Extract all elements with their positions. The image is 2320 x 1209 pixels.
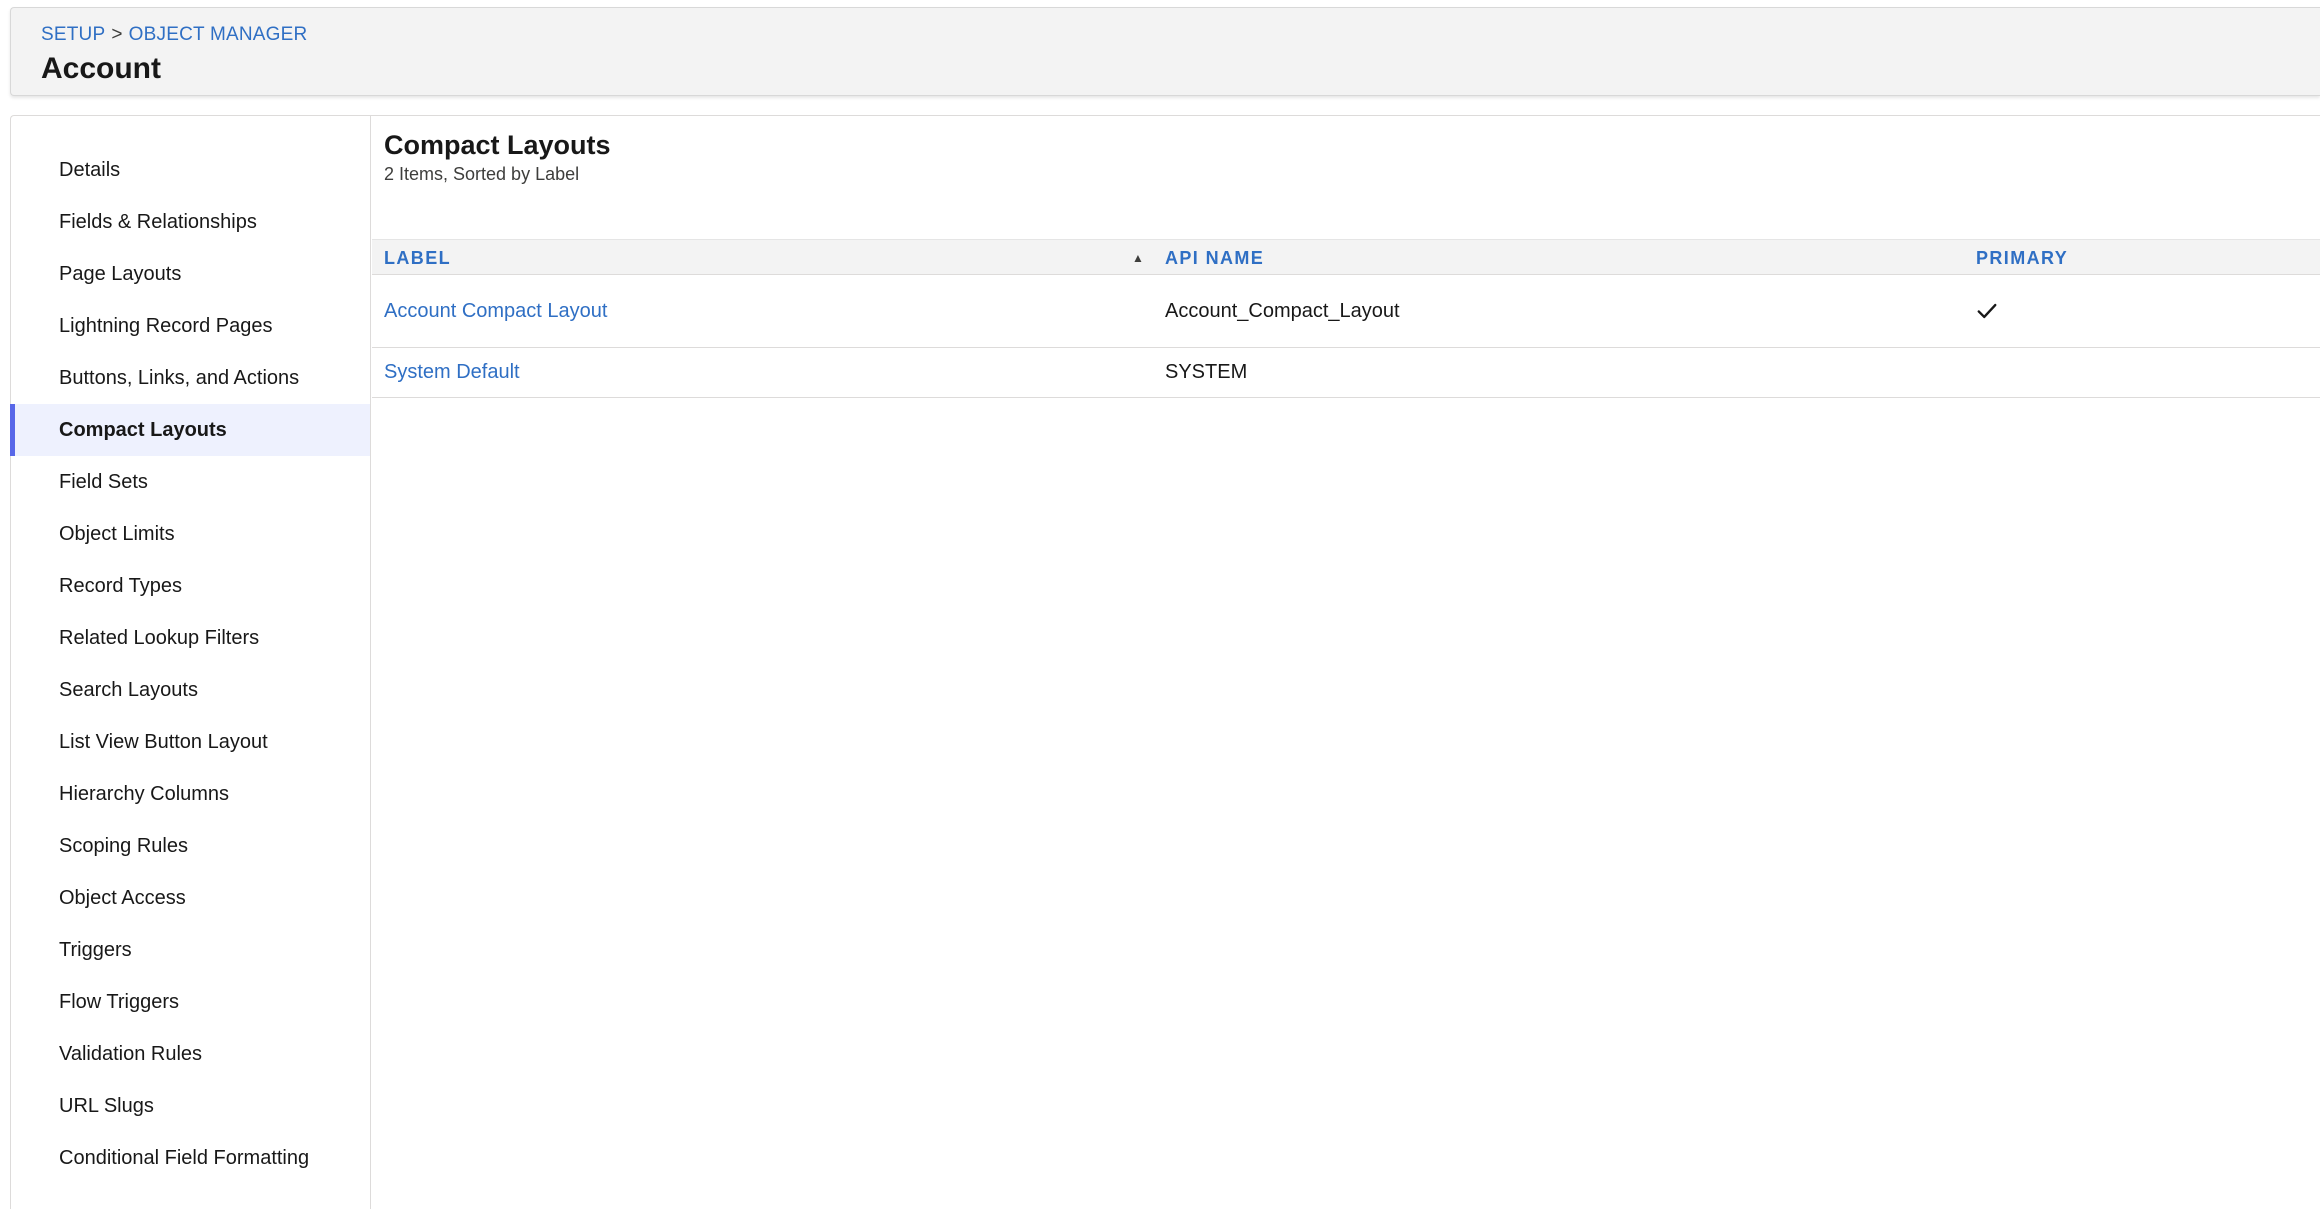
page-title: Account <box>41 52 161 85</box>
sidebar-item-buttons-links-actions[interactable]: Buttons, Links, and Actions <box>11 352 370 404</box>
sort-ascending-icon[interactable]: ▲ <box>1132 240 1144 276</box>
sidebar-item-field-sets[interactable]: Field Sets <box>11 456 370 508</box>
sidebar-nav: Details Fields & Relationships Page Layo… <box>10 116 371 1209</box>
sidebar-item-compact-layouts[interactable]: Compact Layouts <box>10 404 370 456</box>
main-panel: Details Fields & Relationships Page Layo… <box>10 115 2320 1209</box>
page-header: SETUP > OBJECT MANAGER Account <box>10 7 2320 96</box>
breadcrumb-separator: > <box>111 24 123 45</box>
row-label-cell: System Default <box>384 348 520 397</box>
column-header-label[interactable]: LABEL <box>384 240 451 276</box>
column-header-primary[interactable]: PRIMARY <box>1976 240 2068 276</box>
sidebar-item-record-types[interactable]: Record Types <box>11 560 370 612</box>
column-header-api-name[interactable]: API NAME <box>1165 240 1264 276</box>
sidebar-item-conditional-field-formatting[interactable]: Conditional Field Formatting <box>11 1132 370 1184</box>
breadcrumb-object-manager-link[interactable]: OBJECT MANAGER <box>129 24 308 45</box>
table-row: Account Compact Layout Account_Compact_L… <box>372 275 2320 348</box>
breadcrumb-setup-link[interactable]: SETUP <box>41 24 105 45</box>
sidebar-item-triggers[interactable]: Triggers <box>11 924 370 976</box>
sidebar-item-hierarchy-columns[interactable]: Hierarchy Columns <box>11 768 370 820</box>
table-row: System Default SYSTEM <box>372 348 2320 398</box>
section-title: Compact Layouts <box>384 130 611 160</box>
row-label-cell: Account Compact Layout <box>384 275 607 347</box>
row-api-name: SYSTEM <box>1165 361 1248 383</box>
sidebar-item-list-view-button-layout[interactable]: List View Button Layout <box>11 716 370 768</box>
sidebar-item-related-lookup-filters[interactable]: Related Lookup Filters <box>11 612 370 664</box>
sidebar-item-scoping-rules[interactable]: Scoping Rules <box>11 820 370 872</box>
sidebar-item-flow-triggers[interactable]: Flow Triggers <box>11 976 370 1028</box>
sidebar-item-fields-relationships[interactable]: Fields & Relationships <box>11 196 370 248</box>
row-label-link[interactable]: System Default <box>384 361 520 384</box>
table-header: LABEL ▲ API NAME PRIMARY <box>372 239 2320 275</box>
sidebar-item-url-slugs[interactable]: URL Slugs <box>11 1080 370 1132</box>
check-icon <box>1977 303 1997 319</box>
breadcrumb: SETUP > OBJECT MANAGER <box>41 24 307 46</box>
row-primary-cell <box>1976 275 1998 347</box>
sidebar-item-search-layouts[interactable]: Search Layouts <box>11 664 370 716</box>
row-label-link[interactable]: Account Compact Layout <box>384 300 607 323</box>
row-api-name: Account_Compact_Layout <box>1165 299 1400 322</box>
sidebar-item-validation-rules[interactable]: Validation Rules <box>11 1028 370 1080</box>
sidebar-item-page-layouts[interactable]: Page Layouts <box>11 248 370 300</box>
content-area: Compact Layouts 2 Items, Sorted by Label… <box>372 116 2320 1209</box>
sidebar-item-object-access[interactable]: Object Access <box>11 872 370 924</box>
section-subtitle: 2 Items, Sorted by Label <box>384 164 580 184</box>
compact-layouts-table: LABEL ▲ API NAME PRIMARY Account Compact… <box>372 239 2320 398</box>
sidebar-item-object-limits[interactable]: Object Limits <box>11 508 370 560</box>
sidebar-item-details[interactable]: Details <box>11 144 370 196</box>
sidebar-item-lightning-record-pages[interactable]: Lightning Record Pages <box>11 300 370 352</box>
